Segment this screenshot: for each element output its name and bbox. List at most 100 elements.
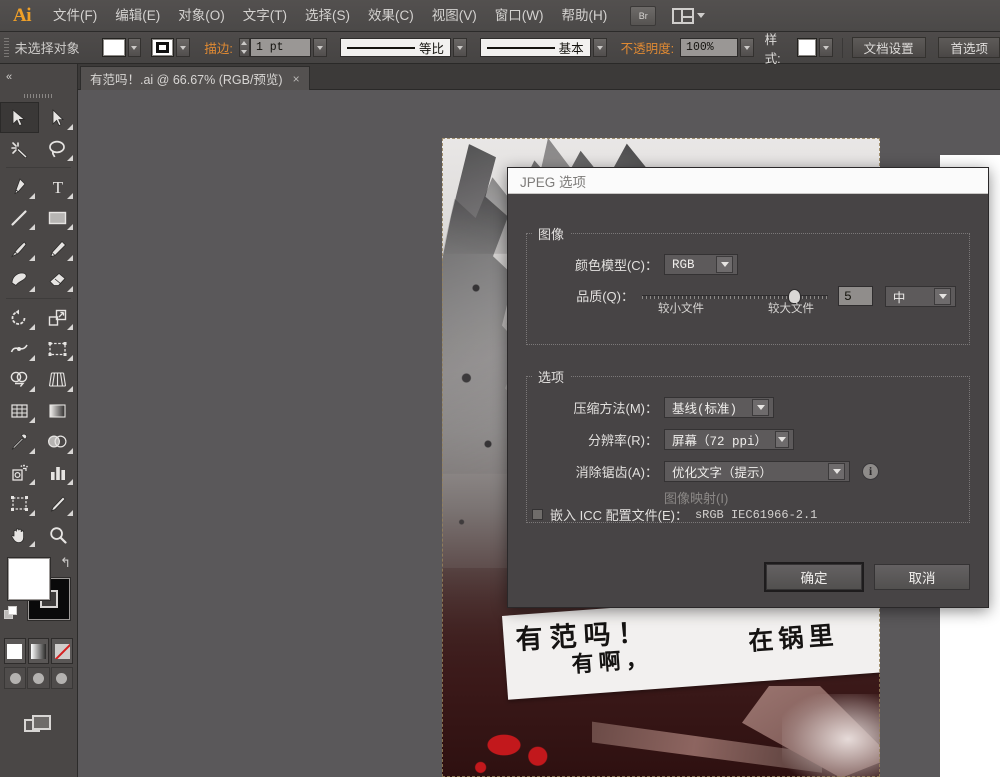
document-tab-bar: « 有范吗！.ai @ 66.67% (RGB/预览) × xyxy=(0,64,1000,90)
document-setup-button[interactable]: 文档设置 xyxy=(851,37,926,58)
tool-expand-corner-icon xyxy=(67,155,73,161)
color-model-select[interactable]: RGB xyxy=(664,254,738,275)
opacity-dropdown[interactable] xyxy=(739,38,754,57)
variable-width-profile-dropdown[interactable] xyxy=(453,38,467,57)
draw-normal-mode-button[interactable] xyxy=(4,667,27,689)
line-segment-tool[interactable] xyxy=(0,202,39,233)
imagemap-row: 图像映射(I) xyxy=(540,488,956,507)
menu-type[interactable]: 文字(T) xyxy=(234,0,296,32)
menu-window[interactable]: 窗口(W) xyxy=(486,0,553,32)
control-bar-grip[interactable] xyxy=(4,37,9,58)
mesh-tool[interactable] xyxy=(0,395,39,426)
tool-expand-corner-icon xyxy=(67,193,73,199)
brush-definition-select[interactable]: 基本 xyxy=(479,38,591,57)
chevron-down-icon xyxy=(828,463,845,480)
width-tool[interactable] xyxy=(0,333,39,364)
preferences-button[interactable]: 首选项 xyxy=(938,37,1000,58)
menu-edit[interactable]: 编辑(E) xyxy=(106,0,169,32)
draw-behind-mode-button[interactable] xyxy=(27,667,50,689)
stroke-weight-input[interactable]: 1 pt xyxy=(249,38,312,57)
selection-tool[interactable] xyxy=(0,102,39,133)
pencil-tool[interactable] xyxy=(39,233,78,264)
chevron-down-icon xyxy=(743,45,750,50)
info-icon[interactable]: i xyxy=(862,463,879,480)
panel-collapse-button[interactable]: « xyxy=(0,64,78,90)
stroke-color-swatch[interactable] xyxy=(150,38,175,57)
graphic-style-swatch[interactable] xyxy=(796,38,817,57)
resolution-value: 屏幕（72 ppi） xyxy=(672,435,768,449)
slice-tool[interactable] xyxy=(39,488,78,519)
menu-select[interactable]: 选择(S) xyxy=(296,0,359,32)
fill-none-mode-button[interactable] xyxy=(51,638,74,664)
magic-wand-tool[interactable] xyxy=(0,133,39,164)
control-bar: 未选择对象 描边: 1 pt 等比 基本 不透明度: 100% 样式: 文档设置 xyxy=(0,32,1000,66)
stroke-swatch-dropdown[interactable] xyxy=(176,38,191,57)
close-icon[interactable]: × xyxy=(293,72,300,86)
pen-tool[interactable] xyxy=(0,171,39,202)
rotate-tool[interactable] xyxy=(0,302,39,333)
arrange-documents-button[interactable] xyxy=(672,7,706,24)
toolbar-fill-swatch[interactable] xyxy=(8,558,50,600)
tool-expand-corner-icon xyxy=(67,386,73,392)
draw-inside-mode-button[interactable] xyxy=(50,667,73,689)
blob-brush-tool[interactable] xyxy=(0,264,39,295)
type-tool[interactable]: T xyxy=(39,171,78,202)
quality-value-input[interactable]: 5 xyxy=(837,286,873,306)
tools-panel-grip[interactable] xyxy=(0,90,77,102)
chevron-down-icon xyxy=(317,45,324,50)
tool-expand-corner-icon xyxy=(28,510,35,516)
eyedropper-tool[interactable] xyxy=(0,426,39,457)
shape-builder-tool[interactable] xyxy=(0,364,39,395)
rectangle-tool[interactable] xyxy=(39,202,78,233)
fill-color-mode-button[interactable] xyxy=(4,638,26,664)
stroke-weight-stepper[interactable] xyxy=(238,38,250,57)
hand-tool[interactable] xyxy=(0,519,39,550)
opacity-input[interactable]: 100% xyxy=(680,38,738,57)
brush-definition-dropdown[interactable] xyxy=(592,38,607,57)
blend-tool[interactable] xyxy=(39,426,78,457)
antialias-select[interactable]: 优化文字（提示） xyxy=(664,461,850,482)
bridge-icon[interactable]: Br xyxy=(630,5,657,26)
ok-button[interactable]: 确定 xyxy=(766,564,862,590)
fill-swatch-dropdown[interactable] xyxy=(127,38,142,57)
scale-tool[interactable] xyxy=(39,302,78,333)
tool-expand-corner-icon xyxy=(28,255,35,261)
compression-select[interactable]: 基线(标准) xyxy=(664,397,774,418)
swap-fill-stroke-icon[interactable]: ↰ xyxy=(60,555,71,571)
tools-divider xyxy=(6,298,71,299)
menu-file[interactable]: 文件(F) xyxy=(44,0,106,32)
tool-expand-corner-icon xyxy=(67,479,73,485)
menu-effect[interactable]: 效果(C) xyxy=(359,0,423,32)
lasso-tool[interactable] xyxy=(39,133,78,164)
resolution-select[interactable]: 屏幕（72 ppi） xyxy=(664,429,794,450)
perspective-grid-tool[interactable] xyxy=(39,364,78,395)
menu-view[interactable]: 视图(V) xyxy=(423,0,486,32)
menu-object[interactable]: 对象(O) xyxy=(169,0,234,32)
artwork-calligraphy-line-2: 有啊， xyxy=(570,646,654,677)
quality-preset-select[interactable]: 中 xyxy=(884,286,956,307)
zoom-tool[interactable] xyxy=(39,519,78,550)
tool-expand-corner-icon xyxy=(67,286,73,292)
artboard-tool[interactable] xyxy=(0,488,39,519)
eraser-tool[interactable] xyxy=(39,264,78,295)
fill-color-swatch[interactable] xyxy=(101,38,126,57)
screen-mode-icon xyxy=(23,715,54,737)
document-tab[interactable]: 有范吗！.ai @ 66.67% (RGB/预览) × xyxy=(80,66,310,90)
graphic-style-dropdown[interactable] xyxy=(818,38,833,57)
direct-selection-tool[interactable] xyxy=(39,102,78,133)
free-transform-tool[interactable] xyxy=(39,333,78,364)
fill-gradient-mode-button[interactable] xyxy=(27,638,50,664)
illustrator-window: Ai 文件(F) 编辑(E) 对象(O) 文字(T) 选择(S) 效果(C) 视… xyxy=(0,0,1000,777)
cancel-button[interactable]: 取消 xyxy=(874,564,970,590)
screen-mode-button[interactable] xyxy=(0,715,77,737)
paintbrush-tool[interactable] xyxy=(0,233,39,264)
dialog-title: JPEG 选项 xyxy=(508,168,988,194)
gradient-tool[interactable] xyxy=(39,395,78,426)
column-graph-tool[interactable] xyxy=(39,457,78,488)
symbol-sprayer-tool[interactable] xyxy=(0,457,39,488)
default-fill-stroke-icon[interactable] xyxy=(4,606,19,621)
stroke-weight-dropdown[interactable] xyxy=(313,38,328,57)
variable-width-profile-select[interactable]: 等比 xyxy=(339,38,451,57)
menu-help[interactable]: 帮助(H) xyxy=(552,0,616,32)
image-group: 图像 颜色模型(C)： RGB 品质(Q)： 较小文件 较大文件 5 中 xyxy=(526,224,970,345)
